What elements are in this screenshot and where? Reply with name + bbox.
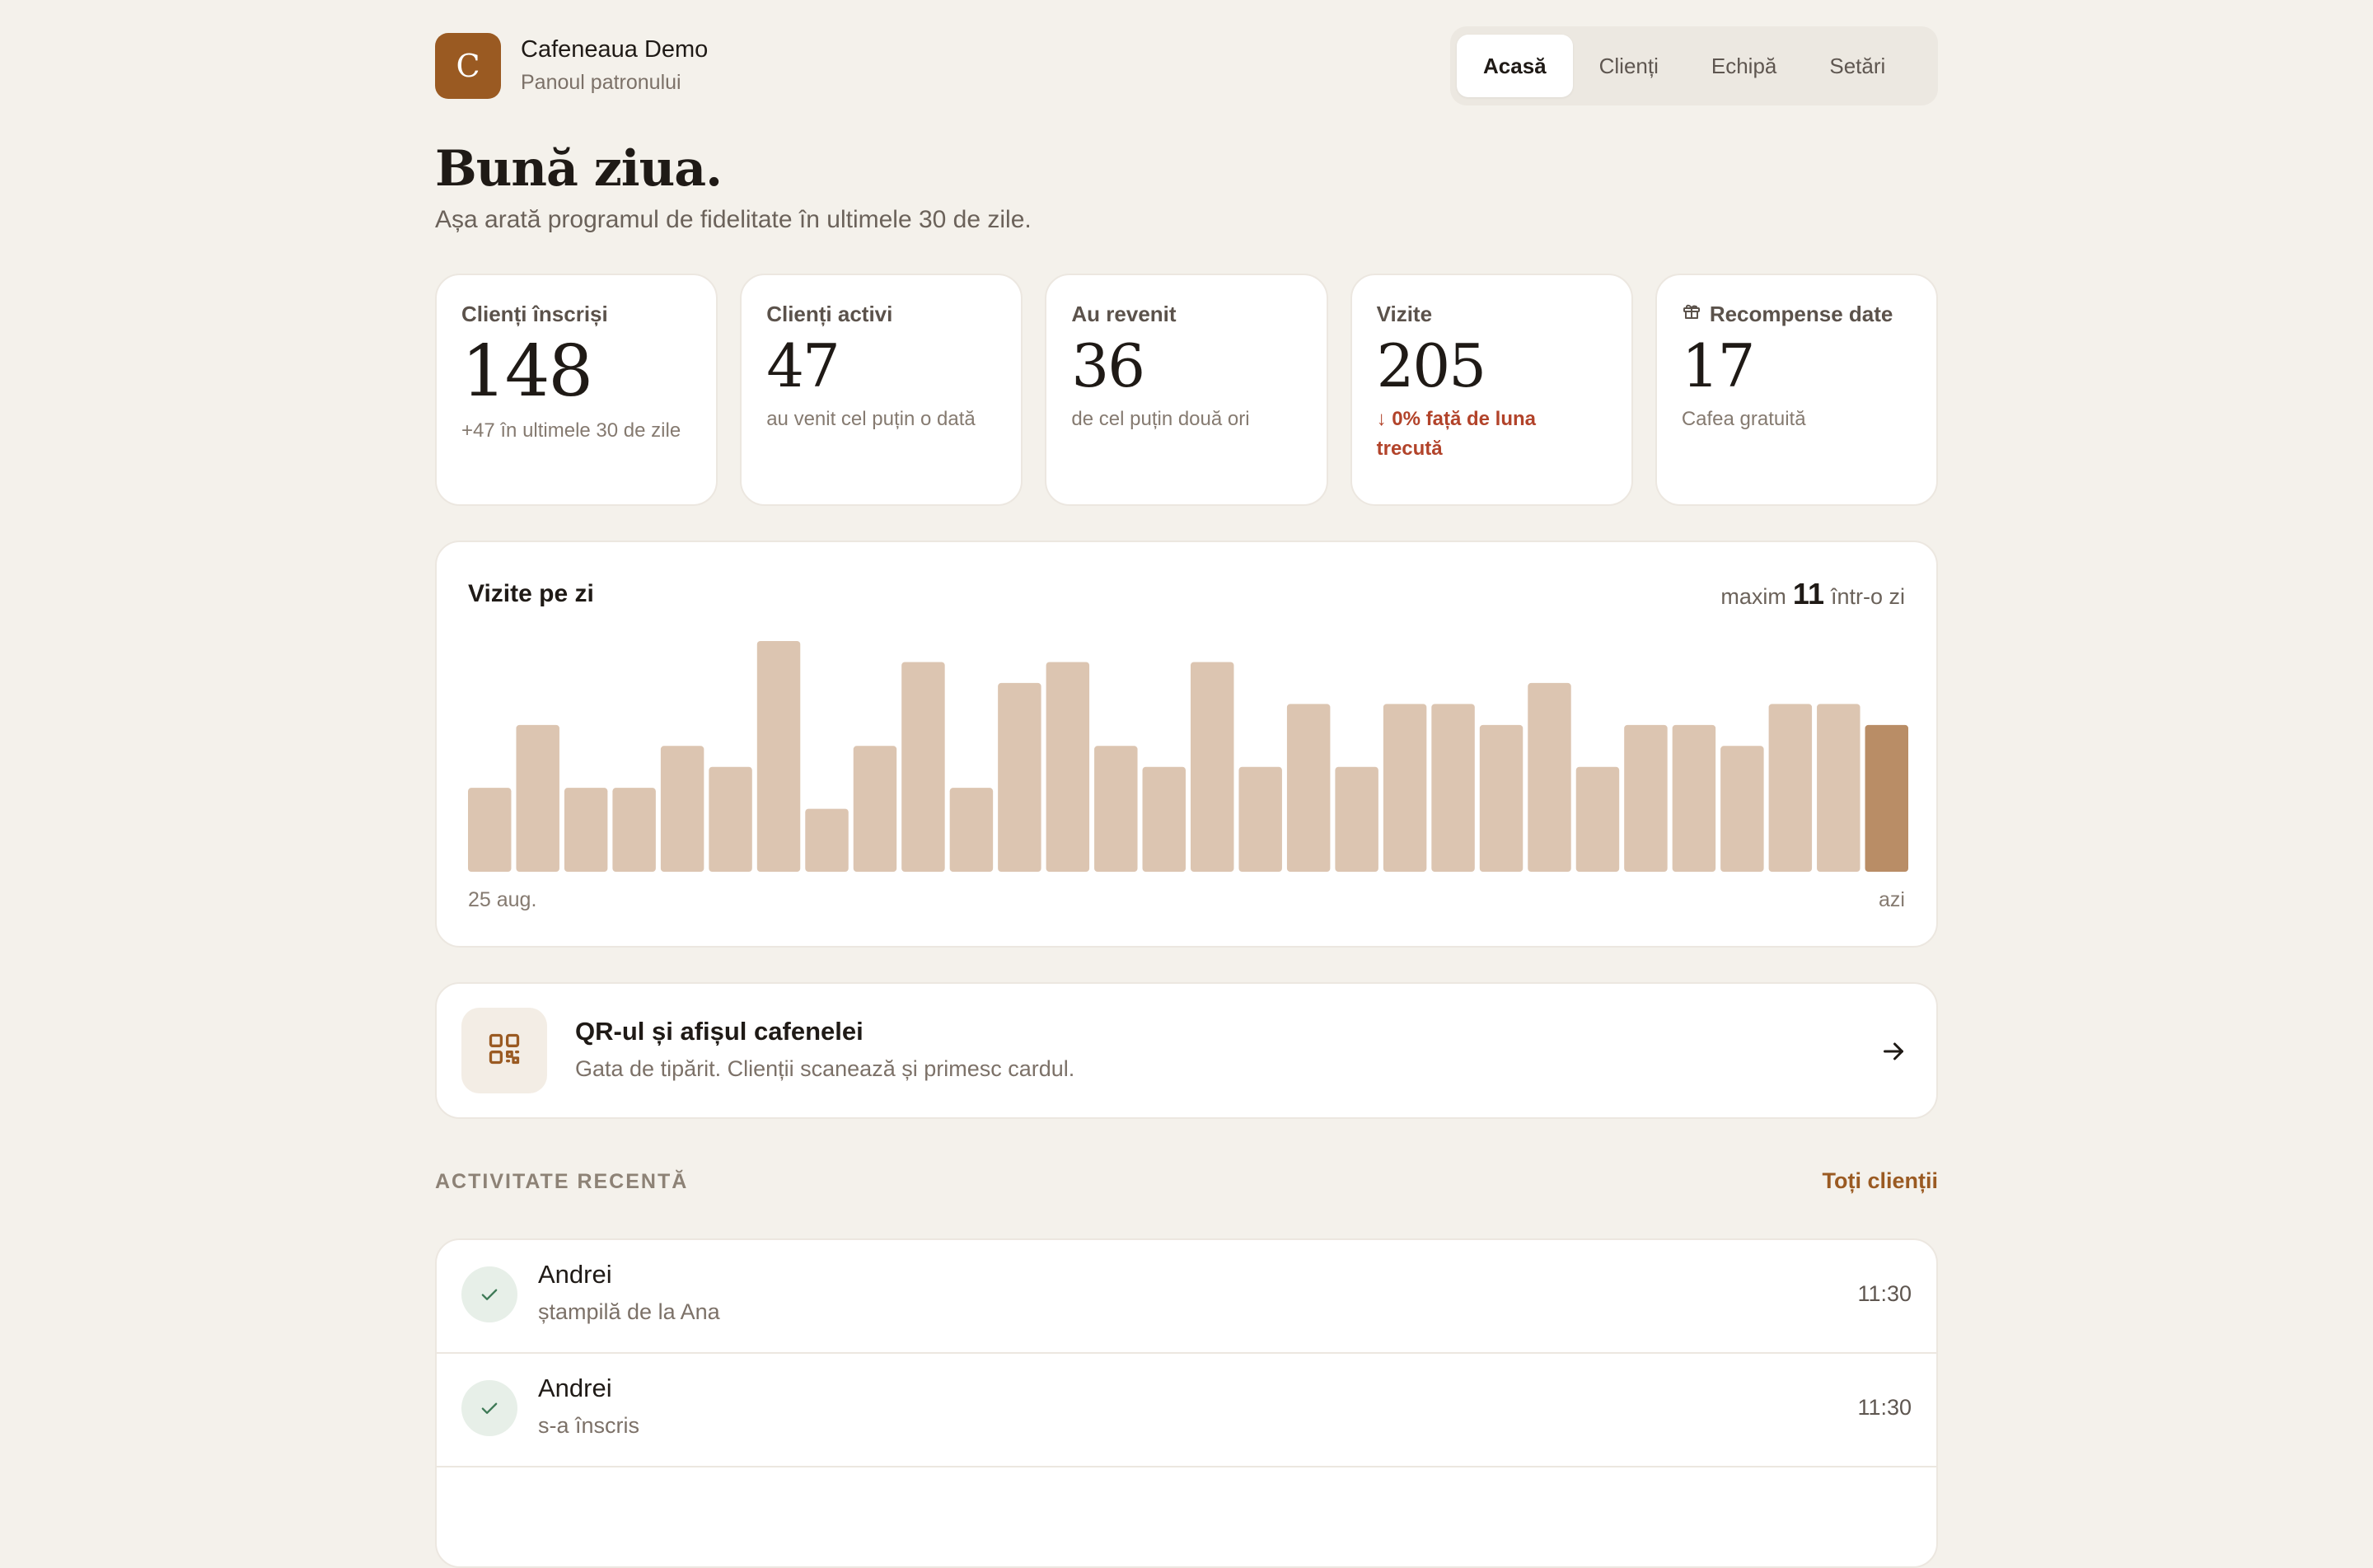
chart-bar — [1528, 682, 1571, 872]
qr-icon-box — [461, 1008, 547, 1093]
chart-bar — [1817, 704, 1860, 872]
chart-max-value: 11 — [1792, 577, 1824, 611]
chart-bar-today — [1865, 724, 1908, 872]
recent-activity-heading: ACTIVITATE RECENTĂ — [435, 1170, 689, 1193]
brand-subtitle: Panoul patronului — [521, 71, 681, 94]
stat-note: +47 în ultimele 30 de zile — [461, 419, 681, 442]
stat-note: au venit cel puțin o dată — [766, 408, 976, 430]
stat-card-visits: Vizite 205 ↓ 0% față de luna trecută — [1350, 274, 1633, 506]
chart-bar — [564, 788, 608, 872]
chart-bar — [1094, 746, 1138, 872]
all-clients-link[interactable]: Toți clienții — [1823, 1168, 1939, 1194]
cafe-logo: C — [435, 33, 501, 99]
stat-value: 148 — [461, 330, 593, 413]
chart-bar — [1575, 766, 1620, 872]
chart-bar — [805, 808, 849, 872]
stat-value: 205 — [1376, 331, 1486, 400]
chart-bar — [1191, 662, 1234, 872]
visits-chart-card: Vizite pe zi maxim 11 într-o zi 25 aug. … — [435, 541, 1938, 948]
chart-max-suffix: într-o zi — [1830, 584, 1905, 609]
chart-bar — [1142, 766, 1186, 872]
chart-bar — [709, 766, 752, 872]
stat-label: Recompense date — [1709, 302, 1893, 326]
stat-value: 17 — [1681, 331, 1756, 400]
list-item[interactable]: Andrei s-a înscris 11:30 — [437, 1354, 1936, 1467]
stat-label: Clienți înscriși — [461, 302, 608, 326]
chart-bar — [1286, 704, 1331, 872]
chart-bar — [853, 746, 897, 872]
page-title: Bună ziua. — [435, 140, 723, 198]
check-icon — [461, 1380, 517, 1436]
chart-bar — [516, 724, 559, 872]
chart-max: maxim 11 într-o zi — [1720, 577, 1905, 611]
nav-tab-clienti[interactable]: Clienți — [1573, 35, 1685, 97]
qr-code-icon — [486, 1031, 522, 1071]
main-nav: Acasă Clienți Echipă Setări — [1450, 26, 1938, 105]
stats-row: Clienți înscriși 148 +47 în ultimele 30 … — [435, 274, 1939, 506]
stat-trend-down: ↓ 0% față de luna trecută — [1376, 408, 1536, 460]
chart-start-label: 25 aug. — [468, 888, 537, 911]
activity-client-name: Andrei — [538, 1374, 612, 1402]
list-item[interactable]: Andrei ștampilă de la Ana 11:30 — [437, 1240, 1936, 1354]
chart-bar — [756, 641, 801, 872]
stat-value: 47 — [766, 331, 840, 400]
stat-card-enrolled: Clienți înscriși 148 +47 în ultimele 30 … — [435, 274, 718, 506]
qr-card-subtitle: Gata de tipărit. Clienții scanează și pr… — [575, 1056, 1075, 1081]
list-item[interactable] — [437, 1467, 1936, 1566]
stat-label-wrap: Recompense date — [1682, 302, 1912, 327]
chart-bar — [1672, 724, 1716, 872]
stat-card-active: Clienți activi 47 au venit cel puțin o d… — [740, 274, 1023, 506]
stat-value: 36 — [1071, 331, 1145, 400]
stat-note: de cel puțin două ori — [1071, 408, 1250, 430]
stat-label: Clienți activi — [766, 302, 893, 326]
activity-time: 11:30 — [1857, 1281, 1912, 1306]
nav-tab-echipa[interactable]: Echipă — [1685, 35, 1804, 97]
check-icon — [461, 1266, 517, 1322]
qr-card-title: QR-ul și afișul cafenelei — [575, 1017, 864, 1046]
brand-name: Cafeneaua Demo — [521, 36, 709, 63]
stat-note: Cafea gratuită — [1681, 408, 1806, 430]
nav-tab-acasa[interactable]: Acasă — [1457, 35, 1573, 97]
arrow-right-icon[interactable] — [1879, 1037, 1908, 1070]
chart-bar — [1335, 766, 1378, 872]
activity-description: ștampilă de la Ana — [538, 1299, 720, 1324]
qr-poster-card[interactable]: QR-ul și afișul cafenelei Gata de tipări… — [435, 982, 1938, 1119]
chart-bar — [1431, 704, 1475, 872]
recent-activity-list: Andrei ștampilă de la Ana 11:30 Andrei s… — [435, 1238, 1938, 1568]
chart-end-label: azi — [1879, 888, 1905, 911]
chart-bar — [901, 662, 945, 872]
chart-bar — [1624, 724, 1668, 872]
chart-bar — [949, 788, 994, 872]
page-subtitle: Așa arată programul de fidelitate în ult… — [435, 206, 1032, 233]
chart-title: Vizite pe zi — [468, 580, 594, 607]
chart-bar — [1046, 662, 1090, 872]
chart-bar — [1720, 746, 1764, 872]
nav-tab-setari[interactable]: Setări — [1803, 35, 1912, 97]
visits-bar-chart — [468, 641, 1908, 872]
chart-bar — [1238, 766, 1282, 872]
chart-bar — [1383, 704, 1427, 872]
activity-client-name: Andrei — [538, 1260, 612, 1289]
chart-bar — [1479, 724, 1523, 872]
header: C Cafeneaua Demo Panoul patronului Acasă… — [435, 26, 1938, 107]
gift-icon — [1682, 302, 1701, 327]
stat-card-rewards: Recompense date 17 Cafea gratuită — [1655, 274, 1939, 506]
stat-label: Au revenit — [1071, 302, 1177, 326]
activity-description: s-a înscris — [538, 1413, 640, 1438]
activity-time: 11:30 — [1857, 1395, 1912, 1420]
chart-bar — [1768, 704, 1813, 872]
chart-max-prefix: maxim — [1720, 584, 1786, 609]
chart-bar — [468, 788, 512, 872]
chart-bar — [998, 682, 1041, 872]
chart-bar — [660, 746, 704, 872]
stat-card-returned: Au revenit 36 de cel puțin două ori — [1045, 274, 1328, 506]
stat-label: Vizite — [1376, 302, 1433, 326]
chart-bar — [612, 788, 656, 872]
